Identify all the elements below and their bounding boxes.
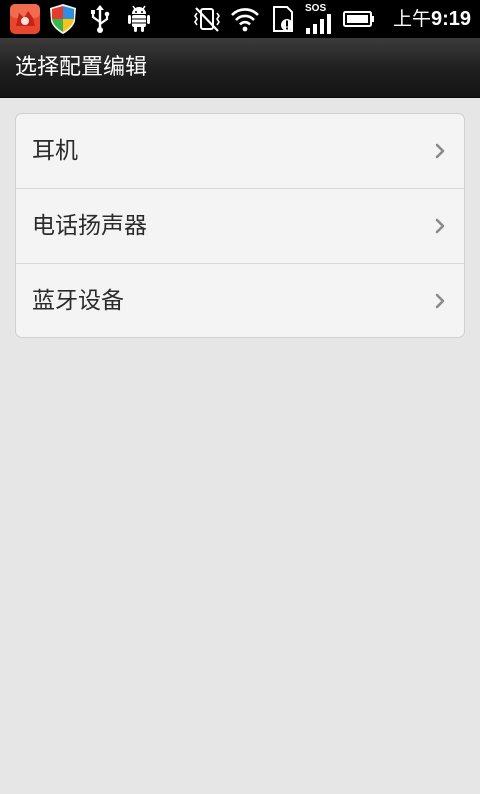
android-debug-icon [125,3,153,35]
action-bar: 选择配置编辑 [0,38,480,98]
list-item-bluetooth-device[interactable]: 蓝牙设备 [16,264,464,337]
battery-icon [343,3,375,35]
status-clock: 上午9:19 [393,0,471,38]
status-bar: SOS 上午9:19 [0,0,480,38]
profile-list: 耳机 电话扬声器 蓝牙设备 [15,113,465,338]
chevron-right-icon [435,143,445,159]
list-item-label: 电话扬声器 [32,213,147,239]
list-item-phone-speaker[interactable]: 电话扬声器 [16,189,464,264]
sos-label: SOS [305,3,327,14]
clock-prefix: 上午 [392,8,431,30]
chevron-right-icon [435,218,445,234]
chevron-right-icon [435,293,445,309]
wifi-icon [230,3,260,35]
usb-icon [88,3,112,35]
list-item-headphones[interactable]: 耳机 [16,114,464,189]
page-title: 选择配置编辑 [15,55,148,80]
list-item-label: 蓝牙设备 [32,288,124,314]
clock-time: 9:19 [430,8,471,30]
list-item-label: 耳机 [32,138,78,164]
sd-card-icon [270,3,296,35]
vibrate-off-icon [192,3,222,35]
sos-signal-icon: SOS [305,3,335,35]
shield-icon [48,3,78,35]
app-fox-icon [10,3,40,35]
